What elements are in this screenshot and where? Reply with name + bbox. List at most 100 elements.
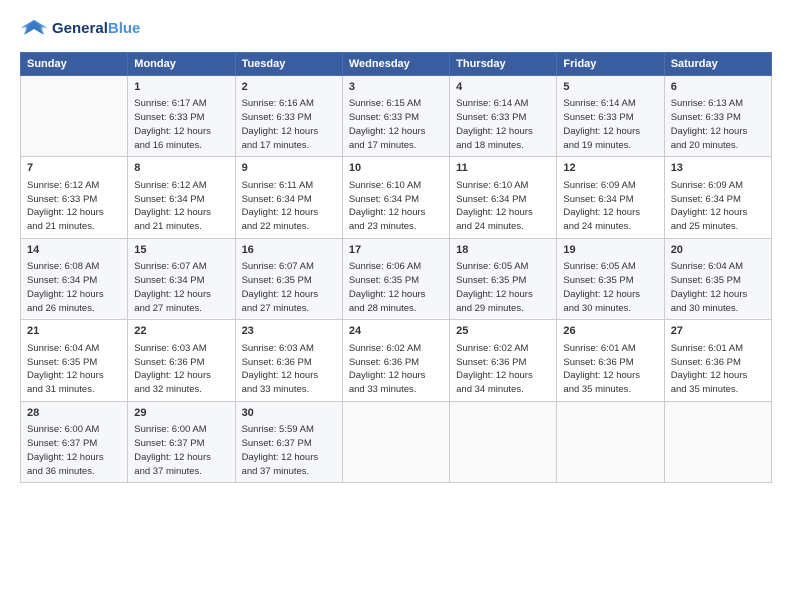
day-info: Sunrise: 6:16 AMSunset: 6:33 PMDaylight:… <box>242 97 336 152</box>
day-cell: 18 Sunrise: 6:05 AMSunset: 6:35 PMDayligh… <box>450 238 557 319</box>
day-cell: 5 Sunrise: 6:14 AMSunset: 6:33 PMDaylight… <box>557 76 664 157</box>
day-number: 14 <box>27 243 121 258</box>
day-info: Sunrise: 6:12 AMSunset: 6:34 PMDaylight:… <box>134 179 228 234</box>
header: GeneralBlue <box>20 18 772 40</box>
week-row-2: 7Sunrise: 6:12 AMSunset: 6:33 PMDaylight… <box>21 157 772 238</box>
day-info: Sunrise: 6:07 AMSunset: 6:35 PMDaylight:… <box>242 260 336 315</box>
day-number: 28 <box>27 406 121 421</box>
day-cell: 29 Sunrise: 6:00 AMSunset: 6:37 PMDayligh… <box>128 401 235 482</box>
column-header-saturday: Saturday <box>664 53 771 76</box>
day-number: 17 <box>349 243 443 258</box>
column-header-thursday: Thursday <box>450 53 557 76</box>
day-number: 15 <box>134 243 228 258</box>
day-number: 13 <box>671 161 765 176</box>
day-number: 1 <box>134 80 228 95</box>
day-cell: 6 Sunrise: 6:13 AMSunset: 6:33 PMDaylight… <box>664 76 771 157</box>
day-number: 19 <box>563 243 657 258</box>
day-number: 9 <box>242 161 336 176</box>
day-cell <box>21 76 128 157</box>
day-info: Sunrise: 6:14 AMSunset: 6:33 PMDaylight:… <box>563 97 657 152</box>
day-info: Sunrise: 6:13 AMSunset: 6:33 PMDaylight:… <box>671 97 765 152</box>
calendar-table: SundayMondayTuesdayWednesdayThursdayFrid… <box>20 52 772 483</box>
day-number: 7 <box>27 161 121 176</box>
day-cell <box>664 401 771 482</box>
week-row-3: 14 Sunrise: 6:08 AMSunset: 6:34 PMDayligh… <box>21 238 772 319</box>
day-cell: 20 Sunrise: 6:04 AMSunset: 6:35 PMDayligh… <box>664 238 771 319</box>
day-number: 3 <box>349 80 443 95</box>
day-number: 29 <box>134 406 228 421</box>
day-number: 20 <box>671 243 765 258</box>
day-number: 6 <box>671 80 765 95</box>
day-cell: 9 Sunrise: 6:11 AMSunset: 6:34 PMDaylight… <box>235 157 342 238</box>
day-number: 12 <box>563 161 657 176</box>
day-info: Sunrise: 5:59 AMSunset: 6:37 PMDaylight:… <box>242 423 336 478</box>
day-info: Sunrise: 6:04 AMSunset: 6:35 PMDaylight:… <box>671 260 765 315</box>
day-number: 16 <box>242 243 336 258</box>
day-number: 5 <box>563 80 657 95</box>
day-cell <box>450 401 557 482</box>
header-row: SundayMondayTuesdayWednesdayThursdayFrid… <box>21 53 772 76</box>
day-number: 4 <box>456 80 550 95</box>
day-info: Sunrise: 6:14 AMSunset: 6:33 PMDaylight:… <box>456 97 550 152</box>
day-cell: 10 Sunrise: 6:10 AMSunset: 6:34 PMDayligh… <box>342 157 449 238</box>
day-cell: 30Sunrise: 5:59 AMSunset: 6:37 PMDayligh… <box>235 401 342 482</box>
day-info: Sunrise: 6:11 AMSunset: 6:34 PMDaylight:… <box>242 179 336 234</box>
day-info: Sunrise: 6:02 AMSunset: 6:36 PMDaylight:… <box>456 342 550 397</box>
day-info: Sunrise: 6:04 AMSunset: 6:35 PMDaylight:… <box>27 342 121 397</box>
day-info: Sunrise: 6:06 AMSunset: 6:35 PMDaylight:… <box>349 260 443 315</box>
day-cell: 27 Sunrise: 6:01 AMSunset: 6:36 PMDayligh… <box>664 320 771 401</box>
day-number: 25 <box>456 324 550 339</box>
day-info: Sunrise: 6:01 AMSunset: 6:36 PMDaylight:… <box>671 342 765 397</box>
column-header-tuesday: Tuesday <box>235 53 342 76</box>
day-info: Sunrise: 6:10 AMSunset: 6:34 PMDaylight:… <box>456 179 550 234</box>
day-cell: 3 Sunrise: 6:15 AMSunset: 6:33 PMDaylight… <box>342 76 449 157</box>
day-number: 23 <box>242 324 336 339</box>
day-number: 22 <box>134 324 228 339</box>
column-header-friday: Friday <box>557 53 664 76</box>
day-cell: 1 Sunrise: 6:17 AMSunset: 6:33 PMDaylight… <box>128 76 235 157</box>
day-info: Sunrise: 6:05 AMSunset: 6:35 PMDaylight:… <box>456 260 550 315</box>
day-cell: 28 Sunrise: 6:00 AMSunset: 6:37 PMDayligh… <box>21 401 128 482</box>
day-cell: 24 Sunrise: 6:02 AMSunset: 6:36 PMDayligh… <box>342 320 449 401</box>
day-cell: 14 Sunrise: 6:08 AMSunset: 6:34 PMDayligh… <box>21 238 128 319</box>
week-row-4: 21 Sunrise: 6:04 AMSunset: 6:35 PMDayligh… <box>21 320 772 401</box>
logo-icon <box>20 18 48 40</box>
day-number: 27 <box>671 324 765 339</box>
day-cell: 22 Sunrise: 6:03 AMSunset: 6:36 PMDayligh… <box>128 320 235 401</box>
day-number: 26 <box>563 324 657 339</box>
day-cell: 21 Sunrise: 6:04 AMSunset: 6:35 PMDayligh… <box>21 320 128 401</box>
day-info: Sunrise: 6:10 AMSunset: 6:34 PMDaylight:… <box>349 179 443 234</box>
day-cell: 13Sunrise: 6:09 AMSunset: 6:34 PMDayligh… <box>664 157 771 238</box>
day-info: Sunrise: 6:09 AMSunset: 6:34 PMDaylight:… <box>563 179 657 234</box>
day-info: Sunrise: 6:15 AMSunset: 6:33 PMDaylight:… <box>349 97 443 152</box>
day-number: 2 <box>242 80 336 95</box>
day-info: Sunrise: 6:00 AMSunset: 6:37 PMDaylight:… <box>27 423 121 478</box>
day-cell: 19 Sunrise: 6:05 AMSunset: 6:35 PMDayligh… <box>557 238 664 319</box>
day-number: 24 <box>349 324 443 339</box>
day-number: 10 <box>349 161 443 176</box>
day-info: Sunrise: 6:02 AMSunset: 6:36 PMDaylight:… <box>349 342 443 397</box>
day-cell: 11 Sunrise: 6:10 AMSunset: 6:34 PMDayligh… <box>450 157 557 238</box>
day-number: 8 <box>134 161 228 176</box>
day-number: 18 <box>456 243 550 258</box>
day-cell <box>557 401 664 482</box>
day-info: Sunrise: 6:00 AMSunset: 6:37 PMDaylight:… <box>134 423 228 478</box>
column-header-sunday: Sunday <box>21 53 128 76</box>
day-cell <box>342 401 449 482</box>
day-info: Sunrise: 6:17 AMSunset: 6:33 PMDaylight:… <box>134 97 228 152</box>
logo-text: GeneralBlue <box>52 21 140 38</box>
week-row-5: 28 Sunrise: 6:00 AMSunset: 6:37 PMDayligh… <box>21 401 772 482</box>
day-info: Sunrise: 6:03 AMSunset: 6:36 PMDaylight:… <box>134 342 228 397</box>
day-info: Sunrise: 6:01 AMSunset: 6:36 PMDaylight:… <box>563 342 657 397</box>
day-cell: 15 Sunrise: 6:07 AMSunset: 6:34 PMDayligh… <box>128 238 235 319</box>
day-cell: 8 Sunrise: 6:12 AMSunset: 6:34 PMDaylight… <box>128 157 235 238</box>
day-cell: 4 Sunrise: 6:14 AMSunset: 6:33 PMDaylight… <box>450 76 557 157</box>
day-info: Sunrise: 6:05 AMSunset: 6:35 PMDaylight:… <box>563 260 657 315</box>
day-cell: 12 Sunrise: 6:09 AMSunset: 6:34 PMDayligh… <box>557 157 664 238</box>
column-header-wednesday: Wednesday <box>342 53 449 76</box>
day-info: Sunrise: 6:08 AMSunset: 6:34 PMDaylight:… <box>27 260 121 315</box>
day-info: Sunrise: 6:03 AMSunset: 6:36 PMDaylight:… <box>242 342 336 397</box>
day-number: 11 <box>456 161 550 176</box>
day-info: Sunrise: 6:07 AMSunset: 6:34 PMDaylight:… <box>134 260 228 315</box>
day-number: 21 <box>27 324 121 339</box>
